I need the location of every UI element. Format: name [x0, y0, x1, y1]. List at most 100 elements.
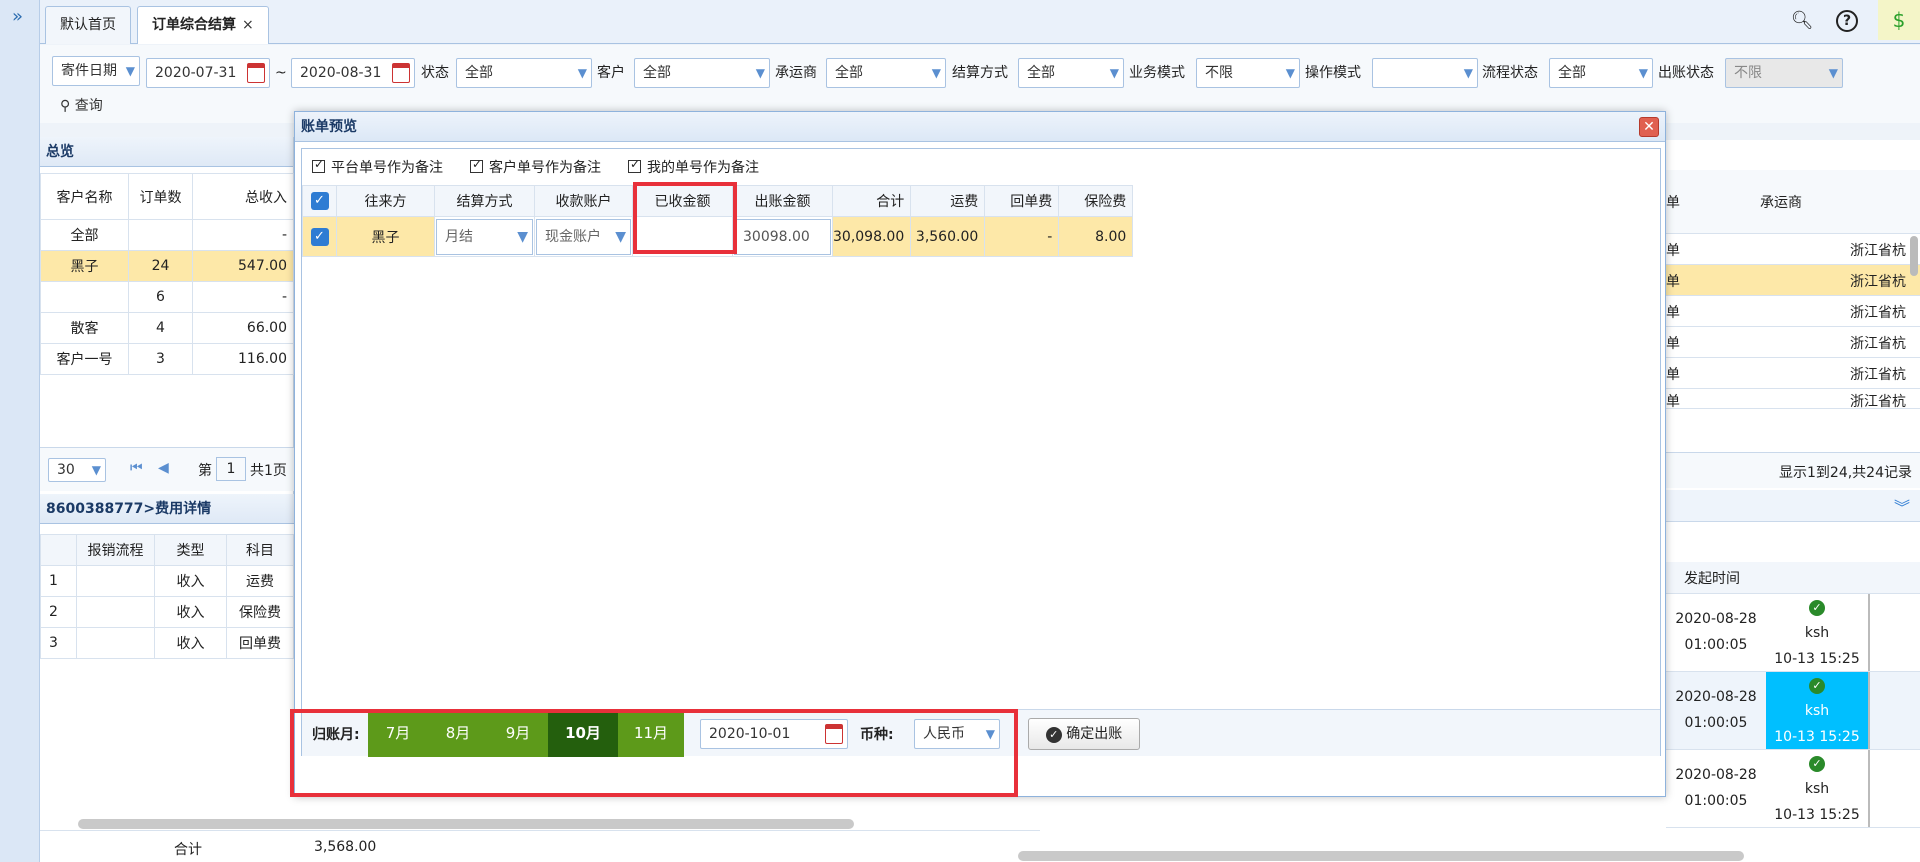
col-settle-method[interactable]: 结算方式	[434, 185, 535, 217]
date-to-value: 2020-08-31	[300, 65, 382, 81]
col-total-income[interactable]: 总收入	[192, 173, 294, 220]
table-row[interactable]: 2 收入 保险费	[40, 596, 294, 628]
cell-subject: 运费	[226, 565, 294, 597]
row-select-cell[interactable]: ✓	[302, 216, 337, 257]
table-row[interactable]: 散客 4 66.00	[40, 312, 294, 344]
timeline-row[interactable]: 2020-08-28 01:00:05 ✓ ksh 10-13 15:25	[1666, 594, 1920, 672]
horizontal-scrollbar-right[interactable]	[1018, 851, 1744, 861]
cell-index: 3	[40, 627, 77, 659]
option-my-no[interactable]: 我的单号作为备注	[628, 157, 759, 177]
vertical-scrollbar[interactable]	[1910, 236, 1918, 276]
timeline-row[interactable]: 2020-08-28 01:00:05 ✓ ksh 10-13 15:25	[1666, 750, 1920, 828]
timeline-row[interactable]: 2020-08-28 01:00:05 ✓ ksh 10-13 15:25	[1666, 672, 1920, 750]
col-customer-name[interactable]: 客户名称	[40, 173, 129, 220]
table-row[interactable]: 全部 -	[40, 219, 294, 251]
checkbox-icon[interactable]	[628, 157, 641, 173]
approval-stamp: 10-13 15:25	[1774, 729, 1860, 745]
calendar-icon[interactable]	[392, 63, 410, 83]
table-row[interactable]: 单 浙江省杭	[1666, 265, 1920, 296]
account-select[interactable]: 现金账户 ▼	[534, 216, 633, 257]
cell-total: 30,098.00	[831, 216, 912, 257]
cell-carrier: 浙江省杭	[1850, 274, 1906, 290]
horizontal-scrollbar[interactable]	[78, 819, 854, 829]
col-insurance[interactable]: 保险费	[1058, 185, 1134, 217]
collapse-chevron-icon[interactable]: ︾	[1894, 494, 1910, 518]
business-mode-select[interactable]: 不限 ▼	[1196, 58, 1300, 88]
col-receipt-fee[interactable]: 回单费	[984, 185, 1060, 217]
col-order-count[interactable]: 订单数	[128, 173, 193, 220]
col-party[interactable]: 往来方	[336, 185, 435, 217]
date-type-select[interactable]: 寄件日期 ▼	[52, 56, 140, 86]
cell-carrier: 浙江省杭	[1850, 394, 1906, 409]
customer-select[interactable]: 全部 ▼	[634, 58, 770, 88]
settlement-select[interactable]: 全部 ▼	[1018, 58, 1124, 88]
col-type[interactable]: 类型	[154, 534, 227, 566]
checkbox-checked-icon[interactable]: ✓	[310, 227, 329, 246]
checkbox-icon[interactable]	[312, 157, 325, 173]
carrier-select[interactable]: 全部 ▼	[826, 58, 946, 88]
option-platform-no[interactable]: 平台单号作为备注	[312, 157, 443, 177]
date-from-input[interactable]: 2020-07-31	[146, 58, 270, 88]
table-row[interactable]: 单 浙江省杭	[1666, 389, 1920, 409]
col-total[interactable]: 合计	[831, 185, 912, 217]
table-row[interactable]: 1 收入 运费	[40, 565, 294, 597]
fee-details-panel: 8600388777>费用详情 报销流程 类型 科目 1 收入 运费 2 收入 保险费 3收…	[40, 494, 294, 862]
check-circle-icon: ✓	[1809, 756, 1825, 772]
col-reimburse-flow[interactable]: 报销流程	[76, 534, 155, 566]
close-icon[interactable]: ✕	[1639, 117, 1659, 137]
bill-amount-input[interactable]: 30098.00	[732, 216, 833, 257]
cell-index: 2	[40, 596, 77, 628]
confirm-bill-button[interactable]: ✓ 确定出账	[1028, 718, 1140, 750]
chevron-down-icon: ▼	[615, 228, 626, 245]
col-subject[interactable]: 科目	[226, 534, 294, 566]
settle-method-select[interactable]: 月结 ▼	[434, 216, 535, 257]
business-mode-value: 不限	[1205, 65, 1233, 81]
col-bill-amount[interactable]: 出账金额	[732, 185, 833, 217]
checkbox-icon[interactable]	[470, 157, 483, 173]
calendar-icon[interactable]	[247, 63, 265, 83]
approval-node-active[interactable]: ✓ ksh 10-13 15:25	[1766, 672, 1870, 749]
operation-mode-select[interactable]: ▼	[1372, 58, 1478, 88]
page-number-input[interactable]: 1	[216, 457, 246, 481]
col-account[interactable]: 收款账户	[534, 185, 633, 217]
billing-status-select[interactable]: 不限 ▼	[1725, 58, 1843, 88]
query-button[interactable]: ⚲ 查询	[60, 95, 103, 115]
date-to-input[interactable]: 2020-08-31	[291, 58, 415, 88]
table-row[interactable]: 客户一号 3 116.00	[40, 343, 294, 375]
checkbox-checked-icon[interactable]: ✓	[310, 192, 329, 210]
tab-home[interactable]: 默认首页	[45, 6, 131, 44]
settlement-value: 全部	[1027, 65, 1055, 81]
table-row[interactable]: 单 浙江省杭	[1666, 327, 1920, 358]
search-icon[interactable]: 🔍︎	[1789, 8, 1815, 34]
select-all-cell[interactable]: ✓	[302, 185, 337, 217]
col-carrier[interactable]: 承运商	[1760, 192, 1802, 212]
table-row[interactable]: 6-	[40, 281, 294, 313]
page-size-select[interactable]: 30 ▼	[48, 458, 106, 482]
approval-node[interactable]: ✓ ksh 10-13 15:25	[1766, 594, 1870, 671]
timeline-date: 2020-08-28	[1675, 689, 1757, 705]
close-icon[interactable]: ×	[242, 17, 254, 33]
approval-node[interactable]: ✓ ksh 10-13 15:25	[1766, 750, 1870, 827]
col-freight[interactable]: 运费	[910, 185, 986, 217]
first-page-icon[interactable]: ⏮	[130, 460, 143, 476]
left-collapse-bar[interactable]: »	[0, 0, 40, 862]
expand-chevron-icon[interactable]: »	[12, 6, 23, 27]
bill-amount-value: 30098.00	[734, 218, 831, 255]
prev-page-icon[interactable]: ◀	[158, 460, 169, 476]
flow-status-select[interactable]: 全部 ▼	[1549, 58, 1653, 88]
table-row[interactable]: 3 收入 回单费	[40, 627, 294, 659]
table-row[interactable]: 单 浙江省杭	[1666, 358, 1920, 389]
table-row[interactable]: 黑子 24 547.00	[40, 250, 294, 282]
help-icon[interactable]: ?	[1836, 10, 1858, 32]
option-customer-no[interactable]: 客户单号作为备注	[470, 157, 601, 177]
table-row[interactable]: 单 浙江省杭	[1666, 296, 1920, 327]
dialog-title: 账单预览	[295, 112, 1665, 142]
customer-label: 客户	[597, 65, 625, 81]
option-label: 平台单号作为备注	[331, 160, 443, 176]
cell-fragment: 单	[1666, 305, 1680, 321]
col-start-time[interactable]: 发起时间	[1684, 568, 1740, 588]
currency-exchange-icon[interactable]: $	[1878, 0, 1920, 40]
status-select[interactable]: 全部 ▼	[456, 58, 592, 88]
tab-order-settlement[interactable]: 订单综合结算 ×	[137, 6, 269, 44]
table-row[interactable]: 单 浙江省杭	[1666, 234, 1920, 265]
